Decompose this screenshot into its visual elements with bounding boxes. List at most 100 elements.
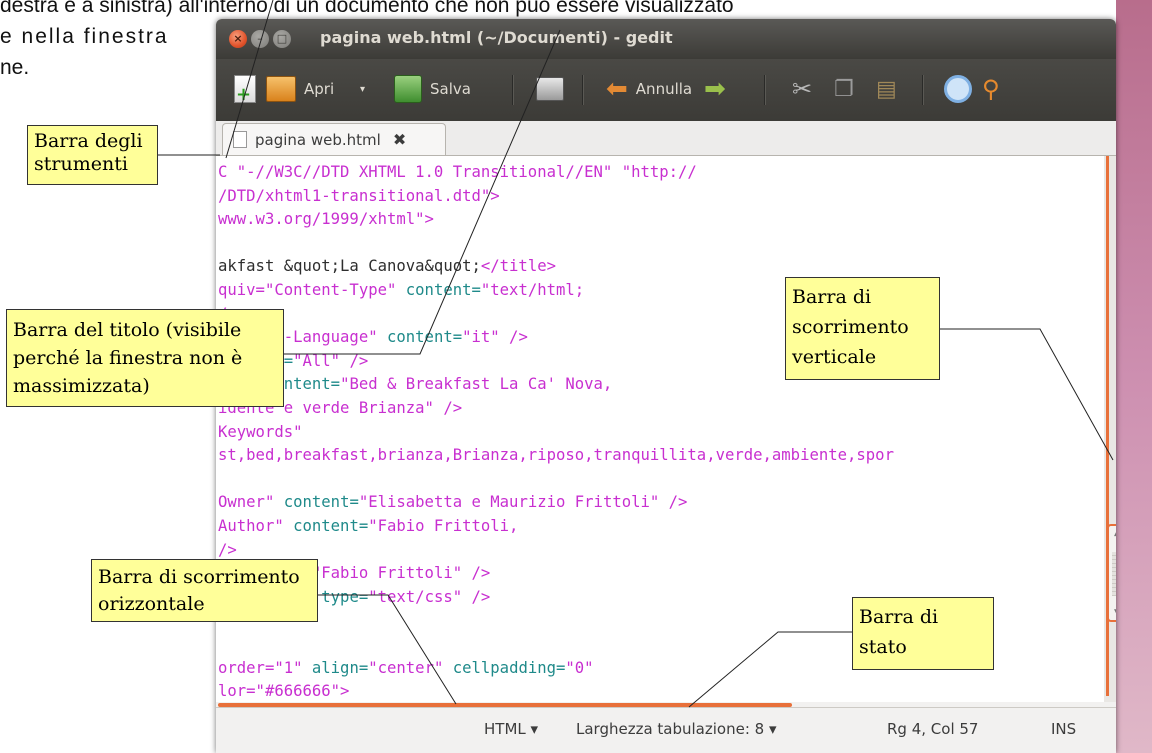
cut-icon: ✂ bbox=[792, 75, 813, 103]
code-token: "Bed & Breakfast La Ca' Nova, bbox=[340, 375, 613, 394]
search-button[interactable] bbox=[944, 72, 972, 106]
code-token: lor="#666666"> bbox=[218, 682, 350, 701]
code-line[interactable]: Author" content="Fabio Frittoli, bbox=[218, 514, 518, 538]
toolbar: Apri ▾ Salva ⬅ Annulla ➡ ✂ ❐ ▤ bbox=[216, 59, 1116, 121]
code-token: order="1" bbox=[218, 658, 303, 677]
toolbar-separator bbox=[922, 75, 923, 105]
code-token: quiv="Content-Type" bbox=[218, 281, 397, 299]
code-token: "it" /> bbox=[462, 328, 528, 347]
open-folder-icon bbox=[266, 76, 296, 102]
code-line[interactable]: order="1" align="center" cellpadding="0" bbox=[218, 656, 594, 680]
save-button-label: Salva bbox=[430, 80, 471, 98]
page-text-line-3: ne. bbox=[0, 56, 30, 79]
search-replace-icon: ⚲ bbox=[982, 75, 1000, 103]
code-token: align= bbox=[311, 658, 369, 677]
code-token: content= bbox=[387, 328, 463, 347]
document-icon bbox=[233, 131, 247, 148]
vertical-scrollbar-widget[interactable]: ▲ ▼ bbox=[1107, 524, 1116, 622]
search-icon bbox=[944, 75, 972, 103]
code-token: "Fabio Frittoli" /> bbox=[311, 564, 491, 583]
code-line[interactable]: Owner" content="Elisabetta e Maurizio Fr… bbox=[218, 490, 687, 514]
code-line[interactable]: lor="#666666"> bbox=[218, 679, 349, 702]
open-recent-dropdown[interactable]: ▾ bbox=[360, 72, 365, 106]
desktop-background bbox=[1116, 0, 1152, 753]
code-token: C "-//W3C//DTD XHTML 1.0 Transitional//E… bbox=[218, 163, 697, 181]
redo-icon: ➡ bbox=[704, 74, 726, 104]
search-replace-button[interactable]: ⚲ bbox=[982, 72, 1000, 106]
undo-button-label: Annulla bbox=[635, 80, 693, 98]
code-token: akfast &quot;La Canova&quot; bbox=[218, 257, 481, 276]
code-line[interactable]: /DTD/xhtml1-transitional.dtd"> bbox=[218, 184, 500, 208]
toolbar-separator bbox=[512, 75, 513, 105]
code-line[interactable]: C "-//W3C//DTD XHTML 1.0 Transitional//E… bbox=[218, 160, 697, 184]
callout-vertical-scrollbar: Barra di scorrimento verticale bbox=[785, 277, 940, 380]
cut-button[interactable]: ✂ bbox=[792, 72, 812, 106]
code-line[interactable]: akfast &quot;La Canova&quot;</title> bbox=[218, 254, 556, 278]
code-token: st,bed,breakfast,brianza,Brianza,riposo,… bbox=[218, 446, 894, 465]
new-document-button[interactable] bbox=[234, 72, 256, 106]
code-token: "All" /> bbox=[293, 351, 369, 370]
status-bar: HTML ▾ Larghezza tabulazione: 8 ▾ Rg 4, … bbox=[216, 707, 1116, 753]
title-bar[interactable]: × – □ pagina web.html (~/Documenti) - ge… bbox=[216, 19, 1116, 59]
scroll-up-arrow-icon[interactable]: ▲ bbox=[1114, 528, 1116, 538]
code-token: "text/html; bbox=[480, 281, 585, 299]
callout-status-bar: Barra di stato bbox=[852, 597, 994, 670]
print-button[interactable] bbox=[536, 72, 564, 106]
code-token: Keywords" bbox=[218, 422, 303, 441]
code-line[interactable]: /> bbox=[218, 538, 237, 562]
chevron-down-icon: ▾ bbox=[360, 83, 366, 95]
code-token: cellpadding= bbox=[452, 658, 566, 677]
paste-button[interactable]: ▤ bbox=[876, 72, 897, 106]
callout-horizontal-scrollbar: Barra di scorrimento orizzontale bbox=[91, 559, 318, 622]
tab-width-selector[interactable]: Larghezza tabulazione: 8 ▾ bbox=[576, 720, 777, 738]
toolbar-separator bbox=[764, 75, 765, 105]
undo-button[interactable]: ⬅ Annulla bbox=[606, 72, 692, 106]
code-token: "Fabio Frittoli, bbox=[368, 517, 519, 535]
tab-bar: pagina web.html ✖ bbox=[216, 121, 1116, 156]
open-button[interactable]: Apri bbox=[266, 72, 334, 106]
code-token: "text/css" /> bbox=[368, 587, 491, 606]
code-token: "center" bbox=[368, 658, 444, 677]
undo-icon: ⬅ bbox=[606, 74, 628, 104]
toolbar-separator bbox=[582, 75, 583, 105]
close-window-button[interactable]: × bbox=[229, 30, 247, 48]
callout-titlebar: Barra del titolo (visibile perché la fin… bbox=[6, 309, 284, 407]
code-line[interactable]: Keywords" bbox=[218, 420, 303, 444]
code-token: /DTD/xhtml1-transitional.dtd"> bbox=[218, 186, 500, 205]
redo-button[interactable]: ➡ bbox=[704, 72, 726, 106]
tab-label: pagina web.html bbox=[255, 130, 381, 149]
code-line[interactable]: quiv="Content-Type" content="text/html; bbox=[218, 278, 584, 302]
scroll-down-arrow-icon[interactable]: ▼ bbox=[1114, 608, 1116, 618]
code-token: Author" bbox=[218, 517, 284, 535]
save-icon bbox=[394, 75, 422, 103]
code-token: /> bbox=[218, 540, 237, 559]
tab-document[interactable]: pagina web.html ✖ bbox=[222, 123, 446, 155]
code-line[interactable]: st,bed,breakfast,brianza,Brianza,riposo,… bbox=[218, 443, 894, 467]
page-text-line-1: destra e a sinistra) all'interno di un d… bbox=[0, 0, 734, 17]
copy-icon: ❐ bbox=[834, 76, 854, 102]
maximize-window-button[interactable]: □ bbox=[273, 30, 291, 48]
copy-button[interactable]: ❐ bbox=[834, 72, 854, 106]
code-token: "0" bbox=[565, 658, 594, 677]
print-icon bbox=[536, 77, 564, 101]
callout-toolbar: Barra degli strumenti bbox=[27, 125, 158, 185]
close-tab-icon[interactable]: ✖ bbox=[393, 130, 406, 149]
scroll-grip[interactable] bbox=[1112, 552, 1116, 596]
code-token: content= bbox=[283, 493, 359, 512]
language-selector[interactable]: HTML ▾ bbox=[484, 720, 538, 738]
new-document-icon bbox=[234, 75, 256, 105]
minimize-window-button[interactable]: – bbox=[251, 30, 269, 48]
code-token: www.w3.org/1999/xhtml"> bbox=[218, 210, 434, 229]
save-button[interactable]: Salva bbox=[394, 72, 471, 106]
code-token: "Elisabetta e Maurizio Frittoli" /> bbox=[358, 493, 688, 512]
code-token: content= bbox=[293, 517, 369, 535]
page-text-line-2: e nella finestra bbox=[0, 25, 169, 48]
code-token: Owner" bbox=[218, 493, 275, 512]
code-line[interactable]: www.w3.org/1999/xhtml"> bbox=[218, 207, 434, 231]
code-token: content= bbox=[405, 281, 481, 299]
